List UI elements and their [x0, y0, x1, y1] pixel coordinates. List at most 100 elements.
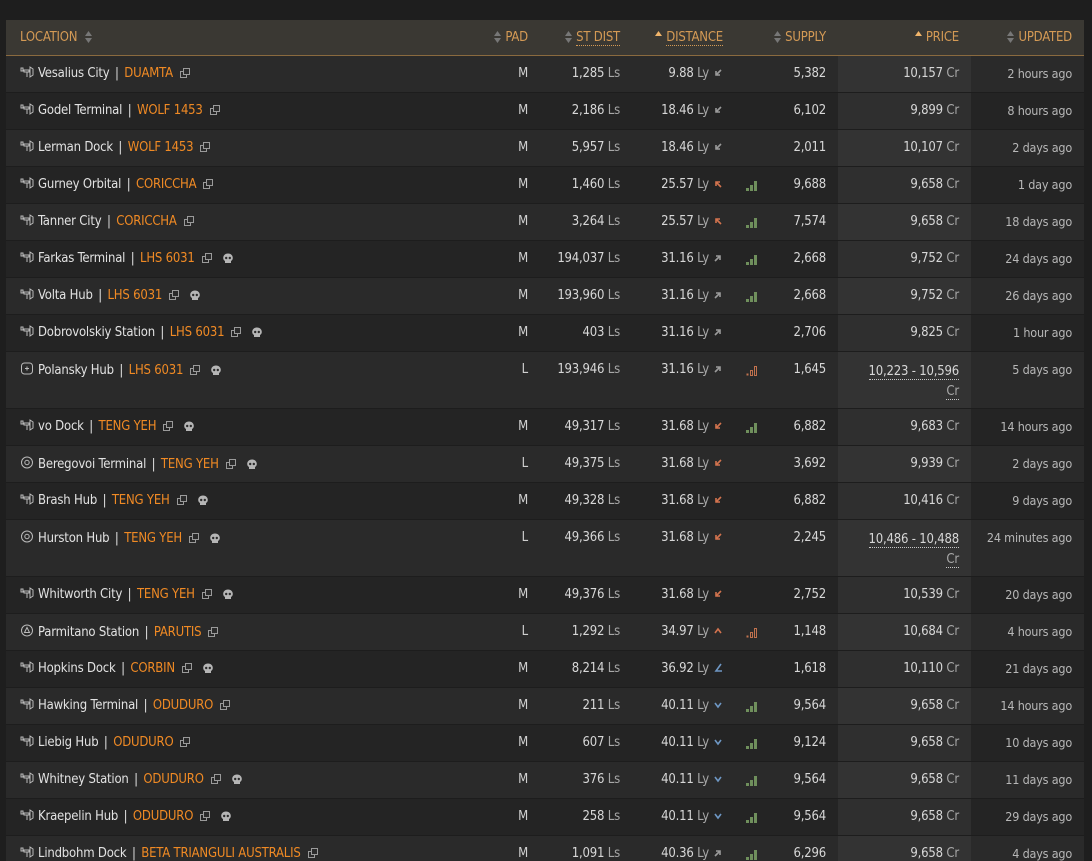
station-name[interactable]: Godel Terminal: [38, 103, 122, 118]
table-row[interactable]: Brash Hub | TENG YEH M 49,328 Ls 31.68 Ly 6,…: [6, 482, 1084, 520]
system-name[interactable]: CORICCHA: [116, 214, 177, 229]
station-name[interactable]: Whitworth City: [38, 587, 122, 602]
system-name[interactable]: PARUTIS: [154, 625, 202, 640]
column-header-supply[interactable]: SUPPLY: [735, 20, 838, 56]
system-name[interactable]: TENG YEH: [137, 587, 195, 602]
open-external-icon[interactable]: [179, 67, 191, 78]
table-row[interactable]: Polansky Hub | LHS 6031 L 193,946 Ls 31.16 …: [6, 351, 1084, 409]
table-row[interactable]: Gurney Orbital | CORICCHA M 1,460 Ls 25.57 …: [6, 166, 1084, 204]
station-name[interactable]: Parmitano Station: [38, 625, 139, 640]
station-name[interactable]: vo Dock: [38, 419, 84, 434]
column-header-st-dist[interactable]: ST DIST: [540, 20, 632, 56]
open-external-icon[interactable]: [209, 104, 221, 115]
pad-size: M: [480, 482, 540, 520]
system-name[interactable]: ODUDURO: [133, 809, 193, 824]
column-header-location[interactable]: LOCATION: [6, 20, 480, 56]
table-row[interactable]: Hopkins Dock | CORBIN M 8,214 Ls 36.92 Ly 1,…: [6, 650, 1084, 688]
system-name[interactable]: TENG YEH: [124, 531, 182, 546]
table-row[interactable]: Lerman Dock | WOLF 1453 M 5,957 Ls 18.46 Ly…: [6, 129, 1084, 167]
system-name[interactable]: BETA TRIANGULI AUSTRALIS: [141, 846, 301, 861]
open-external-icon[interactable]: [208, 626, 219, 637]
updated-time: 9 days ago: [971, 482, 1084, 520]
column-header-pad[interactable]: PAD: [480, 20, 540, 56]
system-name[interactable]: LHS 6031: [107, 288, 162, 303]
table-row[interactable]: Lindbohm Dock | BETA TRIANGULI AUSTRALIS…: [6, 835, 1084, 861]
open-external-icon[interactable]: [169, 289, 180, 300]
open-external-icon[interactable]: [203, 178, 214, 189]
price-value: 10,110: [903, 661, 943, 676]
open-external-icon[interactable]: [200, 141, 211, 152]
table-row[interactable]: Parmitano Station | PARUTIS L 1,292 Ls 34.9…: [6, 613, 1084, 651]
table-row[interactable]: Godel Terminal | WOLF 1453 M 2,186 Ls 18.46…: [6, 92, 1084, 130]
column-header-distance[interactable]: DISTANCE: [632, 20, 735, 56]
open-external-icon[interactable]: [231, 326, 242, 337]
system-name[interactable]: TENG YEH: [99, 419, 157, 434]
station-name[interactable]: Farkas Terminal: [38, 251, 125, 266]
open-external-icon[interactable]: [190, 364, 201, 375]
station-name[interactable]: Lindbohm Dock: [38, 846, 127, 861]
system-name[interactable]: LHS 6031: [129, 363, 184, 378]
station-name[interactable]: Dobrovolskiy Station: [38, 325, 155, 340]
price-value: 9,658: [910, 772, 943, 787]
open-external-icon[interactable]: [201, 588, 213, 599]
system-name[interactable]: CORICCHA: [136, 177, 197, 192]
station-name[interactable]: Beregovoi Terminal: [38, 457, 146, 472]
open-external-icon[interactable]: [210, 773, 222, 784]
system-name[interactable]: LHS 6031: [140, 251, 195, 266]
location-cell: Whitworth City | TENG YEH: [6, 576, 480, 614]
table-row[interactable]: Beregovoi Terminal | TENG YEH L 49,375 Ls 3…: [6, 445, 1084, 483]
open-external-icon[interactable]: [189, 532, 200, 543]
station-name[interactable]: Hurston Hub: [38, 531, 110, 546]
table-row[interactable]: Whitney Station | ODUDURO M 376 Ls 40.11 Ly…: [6, 761, 1084, 799]
system-name[interactable]: CORBIN: [130, 661, 175, 676]
open-external-icon[interactable]: [201, 252, 213, 263]
open-external-icon[interactable]: [176, 494, 188, 505]
table-row[interactable]: Hurston Hub | TENG YEH L 49,366 Ls 31.68 Ly…: [6, 519, 1084, 577]
column-header-price[interactable]: PRICE: [838, 20, 971, 56]
table-row[interactable]: Liebig Hub | ODUDURO M 607 Ls 40.11 Ly 9,124…: [6, 724, 1084, 762]
station-name[interactable]: Kraepelin Hub: [38, 809, 118, 824]
station-name[interactable]: Polansky Hub: [38, 363, 114, 378]
station-name[interactable]: Hopkins Dock: [38, 661, 116, 676]
system-name[interactable]: WOLF 1453: [128, 140, 194, 155]
table-row[interactable]: Farkas Terminal | LHS 6031 M 194,037 Ls 31.…: [6, 240, 1084, 278]
open-external-icon[interactable]: [183, 215, 195, 226]
system-name[interactable]: TENG YEH: [112, 493, 170, 508]
price-range-value[interactable]: 10,486 - 10,488: [868, 532, 959, 548]
system-name[interactable]: TENG YEH: [161, 457, 219, 472]
station-name[interactable]: Gurney Orbital: [38, 177, 121, 192]
table-row[interactable]: Kraepelin Hub | ODUDURO M 258 Ls 40.11 Ly 9,…: [6, 798, 1084, 836]
station-name[interactable]: Hawking Terminal: [38, 698, 138, 713]
station-name[interactable]: Tanner City: [38, 214, 102, 229]
table-row[interactable]: Vesalius City | DUAMTA M 1,285 Ls 9.88 Ly 5,…: [6, 55, 1084, 93]
open-external-icon[interactable]: [220, 699, 231, 710]
station-name[interactable]: Brash Hub: [38, 493, 97, 508]
table-row[interactable]: Dobrovolskiy Station | LHS 6031 M 403 Ls 31…: [6, 314, 1084, 352]
column-header-updated[interactable]: UPDATED: [971, 20, 1084, 56]
station-name[interactable]: Vesalius City: [38, 66, 110, 81]
pad-size: M: [480, 314, 540, 352]
station-name[interactable]: Lerman Dock: [38, 140, 113, 155]
station-name[interactable]: Liebig Hub: [38, 735, 99, 750]
open-external-icon[interactable]: [180, 736, 191, 747]
open-external-icon[interactable]: [163, 420, 174, 431]
open-external-icon[interactable]: [225, 458, 237, 469]
system-name[interactable]: ODUDURO: [113, 735, 173, 750]
table-row[interactable]: Whitworth City | TENG YEH M 49,376 Ls 31.68…: [6, 576, 1084, 614]
price-range-value[interactable]: 10,223 - 10,596: [868, 364, 959, 380]
system-name[interactable]: DUAMTA: [124, 66, 173, 81]
outpost-icon: [20, 493, 34, 505]
open-external-icon[interactable]: [200, 810, 211, 821]
open-external-icon[interactable]: [181, 662, 193, 673]
station-name[interactable]: Whitney Station: [38, 772, 129, 787]
system-name[interactable]: ODUDURO: [153, 698, 213, 713]
system-name[interactable]: LHS 6031: [170, 325, 225, 340]
system-name[interactable]: WOLF 1453: [137, 103, 203, 118]
open-external-icon[interactable]: [307, 847, 319, 858]
system-name[interactable]: ODUDURO: [143, 772, 203, 787]
table-row[interactable]: Tanner City | CORICCHA M 3,264 Ls 25.57 Ly 7…: [6, 203, 1084, 241]
table-row[interactable]: Hawking Terminal | ODUDURO M 211 Ls 40.11 L…: [6, 687, 1084, 725]
table-row[interactable]: vo Dock | TENG YEH M 49,317 Ls 31.68 Ly 6,88…: [6, 408, 1084, 446]
table-row[interactable]: Volta Hub | LHS 6031 M 193,960 Ls 31.16 Ly 2…: [6, 277, 1084, 315]
station-name[interactable]: Volta Hub: [38, 288, 93, 303]
